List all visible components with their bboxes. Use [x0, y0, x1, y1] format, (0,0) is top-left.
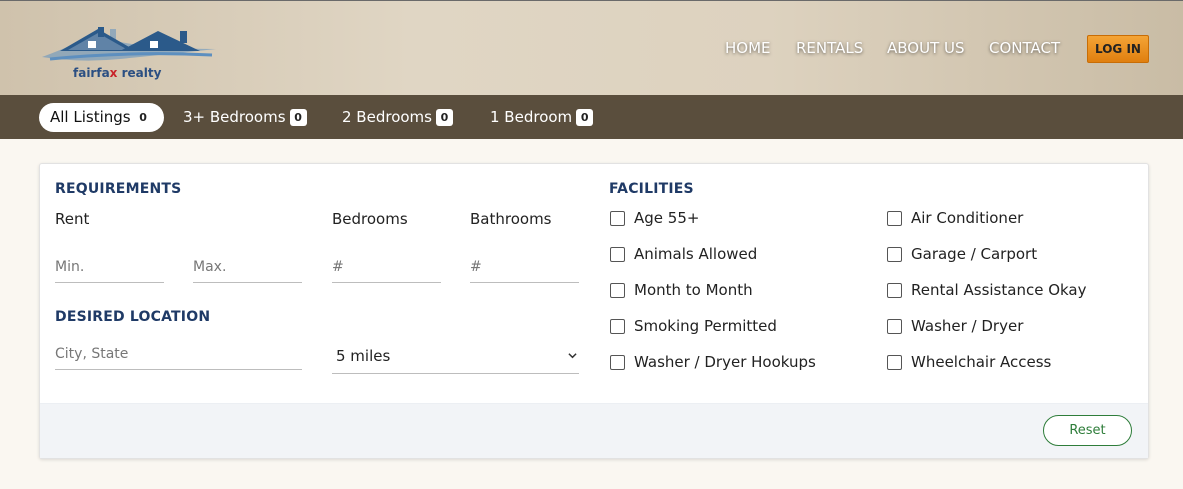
rent-max-input[interactable]	[193, 251, 302, 283]
chevron-down-icon	[568, 353, 577, 359]
bathrooms-input[interactable]	[470, 251, 579, 283]
checkbox-label: Air Conditioner	[911, 209, 1024, 227]
bathrooms-label: Bathrooms	[470, 210, 552, 228]
checkbox-label: Washer / Dryer	[911, 317, 1024, 335]
checkbox-label: Month to Month	[634, 281, 753, 299]
checkbox-label: Garage / Carport	[911, 245, 1038, 263]
login-button[interactable]: LOG IN	[1087, 35, 1149, 63]
checkbox[interactable]	[610, 319, 625, 334]
count-badge: 0	[435, 109, 453, 126]
checkbox[interactable]	[610, 211, 625, 226]
checkbox[interactable]	[610, 355, 625, 370]
site-header: fairfax realty HOME RENTALS ABOUT US CON…	[0, 0, 1183, 95]
checkbox-label: Animals Allowed	[634, 245, 758, 263]
radius-selected-value: 5 miles	[336, 347, 391, 365]
nav-home-link[interactable]: HOME	[725, 39, 771, 57]
rent-min-input[interactable]	[55, 251, 164, 283]
checkbox-label: Rental Assistance Okay	[911, 281, 1087, 299]
house-roof-icon	[42, 27, 216, 61]
tab-label: 2 Bedrooms	[342, 108, 432, 126]
desired-location-title: DESIRED LOCATION	[55, 309, 211, 325]
nav-about-us-link[interactable]: ABOUT US	[887, 39, 965, 57]
logo-wordmark: fairfax realty	[73, 66, 162, 80]
tab-1-bedroom[interactable]: 1 Bedroom 0	[490, 103, 594, 132]
facilities-title: FACILITIES	[609, 181, 694, 197]
checkbox[interactable]	[887, 211, 902, 226]
filter-card-footer	[40, 403, 1148, 458]
checkbox[interactable]	[887, 319, 902, 334]
tab-2-bedrooms[interactable]: 2 Bedrooms 0	[342, 103, 453, 132]
city-state-input[interactable]	[55, 338, 302, 370]
listing-tabs-bar: All Listings 0 3+ Bedrooms 0 2 Bedrooms 0 1…	[0, 95, 1183, 139]
search-filter-card: REQUIREMENTS Rent Bedrooms Bathrooms DES…	[39, 163, 1149, 459]
checkbox-label: Washer / Dryer Hookups	[634, 353, 816, 371]
tab-all-listings[interactable]: All Listings 0	[39, 103, 164, 132]
rent-label: Rent	[55, 210, 90, 228]
nav-rentals-link[interactable]: RENTALS	[796, 39, 863, 57]
checkbox-label: Wheelchair Access	[911, 353, 1052, 371]
count-badge: 0	[134, 109, 152, 126]
tab-label: All Listings	[50, 108, 131, 126]
checkbox[interactable]	[887, 283, 902, 298]
radius-select[interactable]: 5 miles	[332, 338, 579, 374]
fairfax-realty-logo[interactable]: fairfax realty	[40, 19, 220, 83]
tab-label: 3+ Bedrooms	[183, 108, 286, 126]
bedrooms-input[interactable]	[332, 251, 441, 283]
checkbox[interactable]	[887, 247, 902, 262]
tab-3-plus-bedrooms[interactable]: 3+ Bedrooms 0	[183, 103, 307, 132]
reset-button[interactable]: Reset	[1043, 415, 1132, 446]
checkbox-label: Age 55+	[634, 209, 700, 227]
checkbox-label: Smoking Permitted	[634, 317, 777, 335]
nav-contact-link[interactable]: CONTACT	[989, 39, 1060, 57]
requirements-title: REQUIREMENTS	[55, 181, 182, 197]
checkbox[interactable]	[610, 247, 625, 262]
checkbox[interactable]	[610, 283, 625, 298]
count-badge: 0	[289, 109, 307, 126]
bedrooms-label: Bedrooms	[332, 210, 408, 228]
count-badge: 0	[576, 109, 594, 126]
tab-label: 1 Bedroom	[490, 108, 573, 126]
checkbox[interactable]	[887, 355, 902, 370]
